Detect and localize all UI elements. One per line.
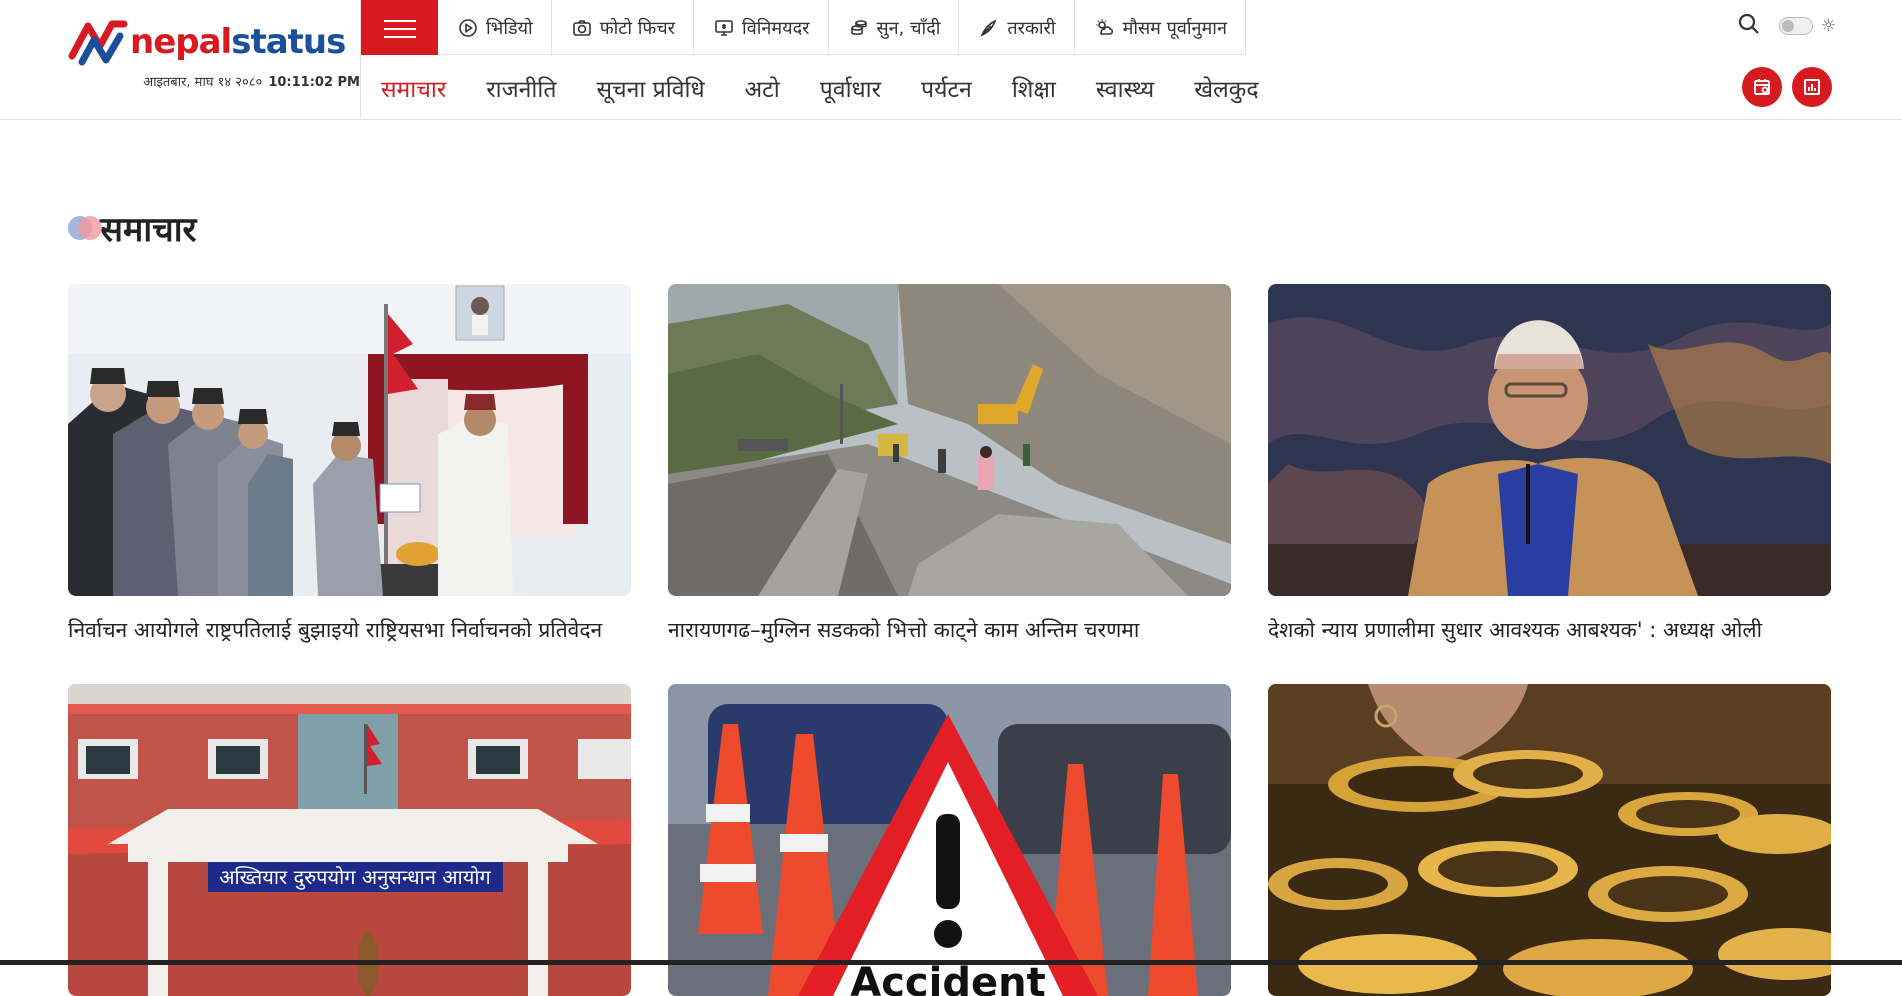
site-header: nepalstatus आइतबार, माघ १४ २०८० 10:11:02 … [0,0,1902,120]
sun-icon: ☼ [1820,16,1836,36]
nav-item-information-technology[interactable]: सूचना प्रविधि [576,72,724,104]
section-dots-icon [68,215,102,241]
gold-jewelry-photo[interactable] [1268,684,1831,996]
exchange-icon [715,19,733,36]
article-title[interactable]: देशको न्याय प्रणालीमा सुधार आवश्यक आबश्य… [1268,616,1831,644]
main-nav: समाचार राजनीति सूचना प्रविधि अटो पूर्वाध… [361,56,1279,120]
accident-sign-photo[interactable]: Accident [668,684,1231,996]
nav-item-sports[interactable]: खेलकुद [1174,72,1278,104]
logo-text: nepalstatus [130,22,346,62]
government-building-photo[interactable]: अख्तियार दुरुपयोग अनुसन्धान आयोग [68,684,631,996]
dark-mode-toggle[interactable] [1778,17,1813,35]
road-construction-photo[interactable] [668,284,1231,596]
news-card[interactable]: नारायणगढ–मुग्लिन सडकको भित्तो काट्ने काम… [668,284,1231,644]
nav-item-education[interactable]: शिक्षा [992,72,1076,104]
play-icon [459,18,477,37]
site-logo[interactable]: nepalstatus [68,16,346,68]
search-icon [1738,13,1759,34]
vegetable-icon [980,18,997,37]
bar-chart-icon [1804,79,1820,95]
nav-item-news[interactable]: समाचार [361,72,466,104]
top-link-photo-feature[interactable]: फोटो फिचर [552,0,695,55]
header-tools: ☼ [1737,12,1836,40]
svg-text:अख्तियार दुरुपयोग अनुसन्धान आय: अख्तियार दुरुपयोग अनुसन्धान आयोग [219,865,491,890]
nav-item-politics[interactable]: राजनीति [466,72,576,104]
news-card[interactable]: अख्तियार दुरुपयोग अनुसन्धान आयोग [68,684,631,996]
ceremony-photo[interactable] [68,284,631,596]
weather-icon [1096,19,1113,35]
nav-item-tourism[interactable]: पर्यटन [901,72,992,104]
top-utility-links: भिडियो फोटो फिचर विनिमयदर सुन, चाँदी तरक… [438,0,1246,55]
search-button[interactable] [1737,12,1761,40]
section-heading: समाचार [68,205,196,251]
top-link-exchange-rate[interactable]: विनिमयदर [694,0,829,55]
top-link-video[interactable]: भिडियो [438,0,552,55]
logo-area: nepalstatus आइतबार, माघ १४ २०८० 10:11:02 … [68,0,360,120]
top-link-weather[interactable]: मौसम पूर्वानुमान [1075,0,1246,55]
chart-button[interactable] [1792,67,1832,107]
nav-tools [1742,67,1832,107]
section-title: समाचार [100,210,197,250]
calendar-button[interactable] [1742,67,1782,107]
speaker-portrait-photo[interactable] [1268,284,1831,596]
hamburger-icon [383,18,416,38]
logo-mark-icon [68,20,128,66]
camera-icon [572,19,591,36]
top-link-gold-silver[interactable]: सुन, चाँदी [829,0,960,55]
svg-text:Accident: Accident [850,960,1045,996]
time-text: 10:11:02 PM [268,75,360,90]
nav-item-infrastructure[interactable]: पूर्वाधार [800,72,901,104]
news-card[interactable]: Accident [668,684,1231,996]
news-card[interactable]: देशको न्याय प्रणालीमा सुधार आवश्यक आबश्य… [1268,284,1831,644]
news-card[interactable]: निर्वाचन आयोगले राष्ट्रपतिलाई बुझाइयो रा… [68,284,631,644]
news-card[interactable] [1268,684,1831,996]
coins-icon [850,19,867,35]
article-title[interactable]: नारायणगढ–मुग्लिन सडकको भित्तो काट्ने काम… [668,616,1231,644]
date-text: आइतबार, माघ १४ २०८० [143,75,263,90]
top-link-vegetable[interactable]: तरकारी [959,0,1075,55]
article-title[interactable]: निर्वाचन आयोगले राष्ट्रपतिलाई बुझाइयो रा… [68,616,631,644]
nav-item-auto[interactable]: अटो [725,72,800,104]
calendar-icon [1754,79,1770,95]
hamburger-menu-button[interactable] [361,0,438,55]
date-time: आइतबार, माघ १४ २०८० 10:11:02 PM [143,72,360,90]
bottom-border [0,960,1902,965]
nav-item-health[interactable]: स्वास्थ्य [1076,72,1174,104]
